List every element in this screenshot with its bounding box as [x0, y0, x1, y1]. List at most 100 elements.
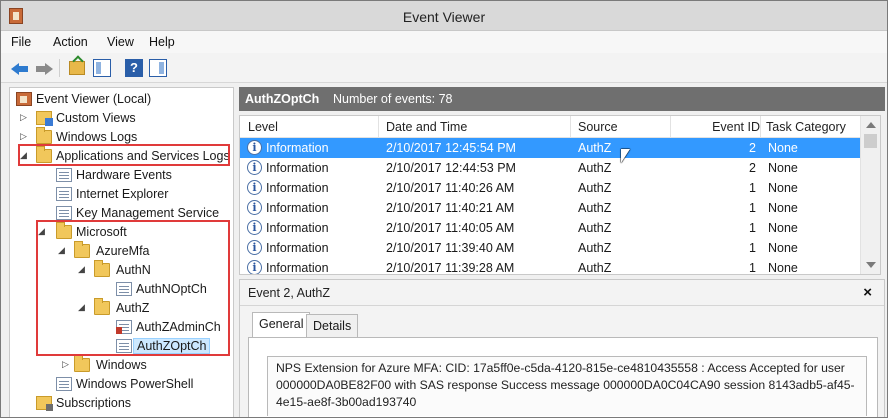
collapse-arrow-icon[interactable]: ◢ [38, 226, 48, 238]
row-level: Information [266, 161, 329, 175]
event-viewer-icon [16, 92, 32, 106]
general-tab-panel: NPS Extension for Azure MFA: CID: 17a5ff… [248, 337, 878, 417]
title-bar: Event Viewer [1, 1, 887, 31]
help-icon[interactable]: ? [125, 59, 143, 77]
scroll-thumb[interactable] [864, 134, 877, 148]
column-task-category[interactable]: Task Category [766, 120, 846, 134]
events-scrollbar[interactable] [860, 116, 880, 274]
folder-icon [94, 260, 110, 277]
collapse-arrow-icon[interactable]: ◢ [20, 150, 30, 162]
table-row[interactable]: i Information 2/10/2017 11:39:40 AM Auth… [240, 238, 860, 258]
table-row[interactable]: i Information 2/10/2017 12:44:53 PM Auth… [240, 158, 860, 178]
column-divider[interactable] [760, 116, 761, 138]
menu-bar: File Action View Help [1, 31, 887, 53]
event-message[interactable]: NPS Extension for Azure MFA: CID: 17a5ff… [267, 356, 867, 416]
table-row[interactable]: i Information 2/10/2017 11:40:21 AM Auth… [240, 198, 860, 218]
row-category: None [768, 161, 798, 175]
log-pane-header: AuthZOptCh Number of events: 78 [239, 87, 885, 111]
collapse-arrow-icon[interactable]: ◢ [78, 302, 88, 314]
menu-help[interactable]: Help [149, 35, 175, 49]
up-folder-icon[interactable] [69, 61, 85, 75]
information-icon: i [247, 140, 262, 155]
information-icon: i [247, 240, 262, 255]
collapse-arrow-icon[interactable]: ◢ [58, 245, 68, 257]
row-level: Information [266, 181, 329, 195]
log-icon [56, 187, 72, 201]
row-source: AuthZ [578, 201, 612, 215]
tree-node-label: Hardware Events [76, 168, 172, 182]
show-pane-icon[interactable] [93, 59, 111, 77]
tree-node-label: AuthNOptCh [136, 282, 207, 296]
table-row[interactable]: i Information 2/10/2017 11:40:26 AM Auth… [240, 178, 860, 198]
column-divider[interactable] [570, 116, 571, 138]
tree-node-label: AuthN [116, 263, 151, 277]
window-title: Event Viewer [402, 9, 486, 25]
expand-arrow-icon[interactable]: ▷ [20, 112, 30, 124]
event-count: Number of events: 78 [333, 92, 453, 106]
row-source: AuthZ [578, 241, 612, 255]
folder-icon [36, 146, 52, 163]
back-arrow-icon[interactable] [11, 59, 29, 77]
column-divider[interactable] [670, 116, 671, 138]
row-source: AuthZ [578, 141, 612, 155]
menu-file[interactable]: File [11, 35, 31, 49]
tab-details[interactable]: Details [306, 314, 359, 337]
scroll-down-icon[interactable] [866, 262, 876, 268]
row-level: Information [266, 241, 329, 255]
table-row[interactable]: i Information 2/10/2017 11:39:28 AM Auth… [240, 258, 860, 275]
row-category: None [768, 221, 798, 235]
expand-arrow-icon[interactable]: ▷ [62, 359, 72, 371]
table-row[interactable]: i Information 2/10/2017 12:45:54 PM Auth… [240, 138, 860, 158]
expand-arrow-icon[interactable]: ▷ [20, 131, 30, 143]
row-event-id: 1 [749, 201, 756, 215]
tree-node-label: AzureMfa [96, 244, 150, 258]
action-pane-icon[interactable] [149, 59, 167, 77]
row-event-id: 1 [749, 181, 756, 195]
row-level: Information [266, 141, 329, 155]
row-level: Information [266, 201, 329, 215]
row-event-id: 1 [749, 261, 756, 275]
table-row[interactable]: i Information 2/10/2017 11:40:05 AM Auth… [240, 218, 860, 238]
tree-node-label: Key Management Service [76, 206, 220, 220]
close-icon[interactable]: × [863, 284, 872, 301]
column-level[interactable]: Level [248, 120, 278, 134]
tree-node-label: AuthZAdminCh [136, 320, 221, 334]
row-event-id: 1 [749, 241, 756, 255]
tree-node-label: Windows PowerShell [76, 377, 194, 391]
row-level: Information [266, 261, 329, 275]
log-name: AuthZOptCh [245, 92, 320, 106]
tab-general[interactable]: General [252, 312, 311, 337]
row-date: 2/10/2017 12:44:53 PM [386, 161, 516, 175]
column-event-id[interactable]: Event ID [710, 120, 760, 134]
scroll-up-icon[interactable] [866, 122, 876, 128]
collapse-arrow-icon[interactable]: ◢ [78, 264, 88, 276]
information-icon: i [247, 260, 262, 274]
custom-views-icon [36, 111, 53, 126]
row-category: None [768, 241, 798, 255]
tree-node-label: Internet Explorer [76, 187, 169, 201]
event-viewer-window: Event Viewer File Action View Help ? Eve… [0, 0, 888, 418]
row-date: 2/10/2017 11:40:26 AM [386, 181, 515, 195]
menu-view[interactable]: View [107, 35, 134, 49]
column-source[interactable]: Source [578, 120, 618, 134]
row-date: 2/10/2017 11:40:05 AM [386, 221, 515, 235]
tree-node-label: Custom Views [56, 111, 136, 125]
tree-node-label: AuthZ [116, 301, 150, 315]
row-category: None [768, 261, 798, 275]
folder-icon [74, 355, 90, 372]
row-date: 2/10/2017 12:45:54 PM [386, 141, 516, 155]
row-category: None [768, 181, 798, 195]
row-source: AuthZ [578, 181, 612, 195]
tree-node-label: Applications and Services Logs [56, 149, 230, 163]
column-divider[interactable] [378, 116, 379, 138]
log-icon [56, 206, 72, 220]
row-date: 2/10/2017 11:39:40 AM [386, 241, 515, 255]
row-level: Information [266, 221, 329, 235]
events-grid: Level Date and Time Source Event ID Task… [239, 115, 881, 275]
menu-action[interactable]: Action [53, 35, 88, 49]
event-detail-pane: Event 2, AuthZ × General Details NPS Ext… [239, 279, 885, 417]
forward-arrow-icon[interactable] [35, 59, 53, 77]
tree-node-label: Windows [96, 358, 147, 372]
column-date-and-time[interactable]: Date and Time [386, 120, 467, 134]
subscriptions-icon [36, 396, 53, 411]
